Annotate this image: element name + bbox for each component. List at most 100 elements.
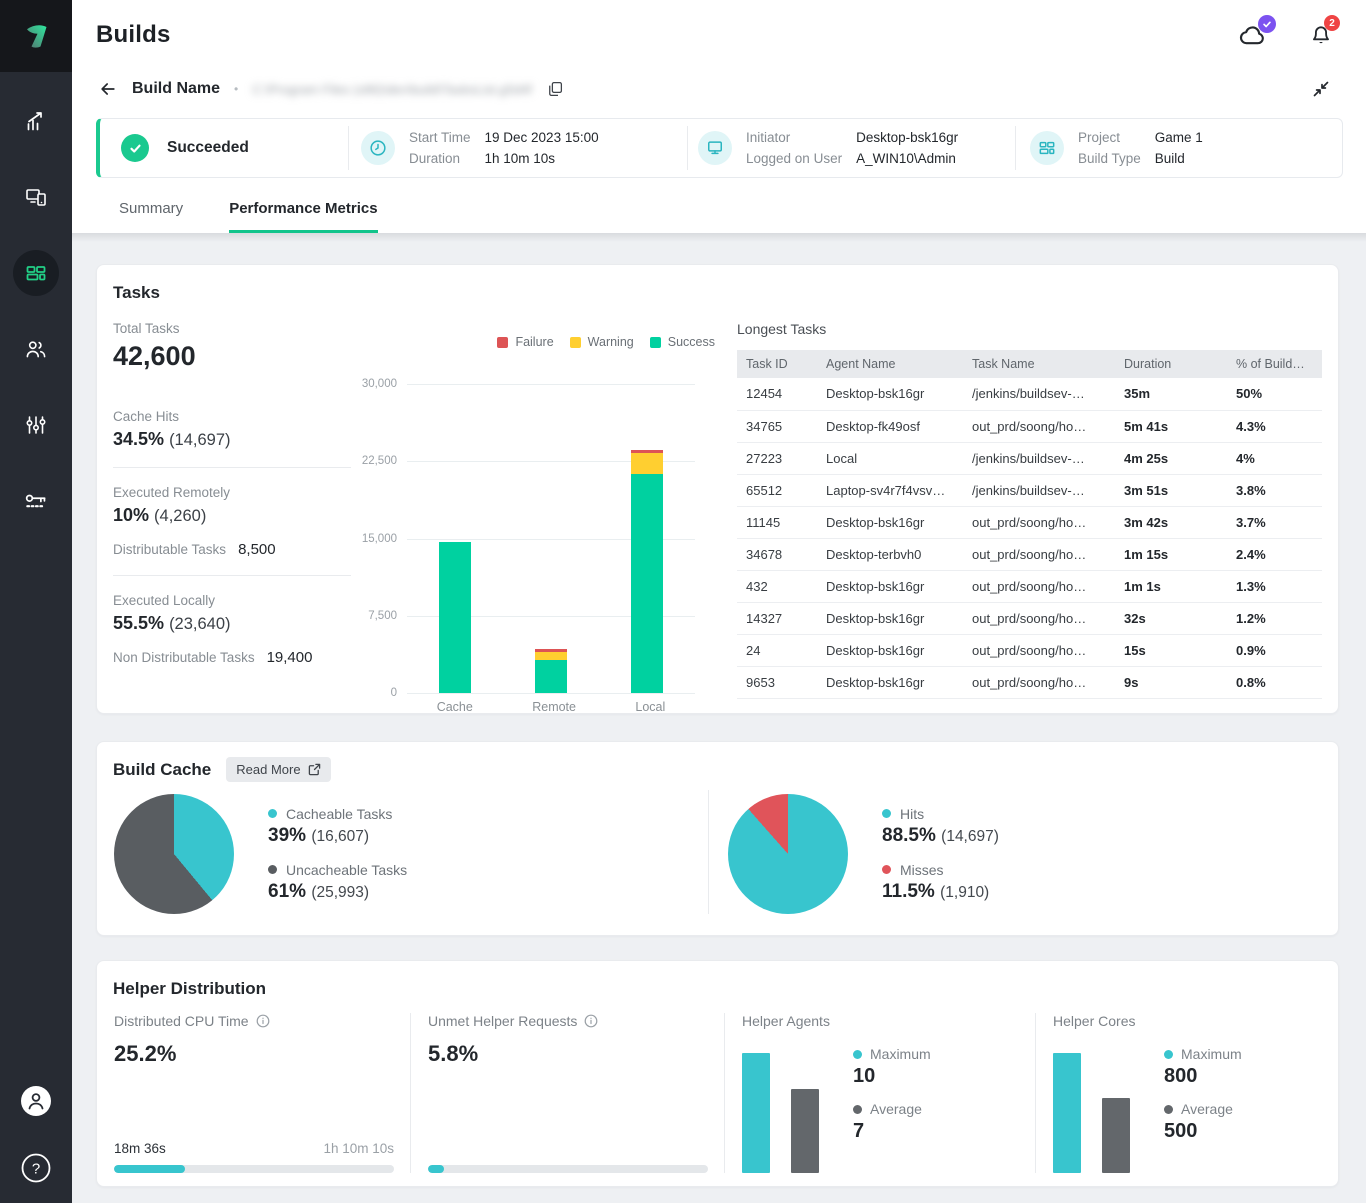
- executed-remotely-label: Executed Remotely: [113, 485, 351, 500]
- sidebar-item-agents[interactable]: [13, 174, 59, 220]
- sidebar-item-builds[interactable]: [13, 250, 59, 296]
- table-row[interactable]: 34678Desktop-terbvh0out_prd/soong/ho…1m …: [737, 538, 1322, 570]
- cell-duration: 32s: [1115, 602, 1227, 634]
- uncacheable-legend: Uncacheable Tasks 61% (25,993): [268, 862, 407, 903]
- devices-icon: [24, 185, 48, 209]
- collapse-panel-button[interactable]: [1312, 80, 1330, 98]
- failure-legend-swatch: [497, 337, 508, 348]
- cell-task-name: out_prd/soong/ho…: [963, 538, 1115, 570]
- sidebar-nav: [0, 98, 72, 524]
- cell-task-id: 12454: [737, 378, 817, 410]
- status-segment: Succeeded: [100, 119, 348, 177]
- helper-agents-label: Helper Agents: [742, 1013, 830, 1029]
- notifications-button[interactable]: 2: [1308, 21, 1334, 49]
- sliders-icon: [24, 413, 48, 437]
- build-name-label: Build Name: [132, 80, 220, 98]
- max-dot: [1164, 1050, 1173, 1059]
- back-arrow-icon: [98, 79, 118, 99]
- cell-pct-of-build: 1.2%: [1227, 602, 1322, 634]
- cell-task-name: /jenkins/buildsev-…: [963, 378, 1115, 410]
- read-more-button[interactable]: Read More: [226, 757, 330, 782]
- distributed-cpu-label: Distributed CPU Time: [114, 1013, 249, 1029]
- project-grid-icon: [1030, 131, 1064, 165]
- x-tick-label: Cache: [437, 700, 473, 714]
- success-legend-swatch: [650, 337, 661, 348]
- bar-cache: [439, 542, 471, 693]
- chart-legend: Failure Warning Success: [351, 333, 715, 351]
- cell-task-id: 27223: [737, 442, 817, 474]
- cpu-total: 1h 10m 10s: [323, 1141, 394, 1156]
- hits-pct: 88.5%: [882, 825, 936, 846]
- unmet-requests-label: Unmet Helper Requests: [428, 1013, 577, 1029]
- table-header-row: Task ID Agent Name Task Name Duration % …: [737, 350, 1322, 378]
- col-pct-of-build: % of Build…: [1227, 350, 1322, 378]
- cores-avg-value: 500: [1164, 1120, 1242, 1143]
- warning-legend-label: Warning: [588, 335, 634, 349]
- svg-text:?: ?: [32, 1161, 40, 1178]
- user-avatar[interactable]: [18, 1083, 54, 1119]
- cell-pct-of-build: 1.3%: [1227, 570, 1322, 602]
- warning-legend-swatch: [570, 337, 581, 348]
- cacheable-label: Cacheable Tasks: [286, 806, 392, 822]
- helper-cores-chart: [1053, 1051, 1130, 1173]
- cache-hits-count: (14,697): [169, 431, 230, 449]
- sidebar-item-settings[interactable]: [13, 402, 59, 448]
- executed-locally-label: Executed Locally: [113, 593, 351, 608]
- cores-max-legend: Maximum 800: [1164, 1046, 1242, 1088]
- check-icon: [1262, 19, 1272, 29]
- distributable-label: Distributable Tasks: [113, 542, 226, 557]
- cell-task-id: 34678: [737, 538, 817, 570]
- project-value: Game 1: [1155, 127, 1203, 148]
- duration-label: Duration: [409, 148, 471, 169]
- key-icon: [23, 488, 49, 514]
- cell-duration: 3m 42s: [1115, 506, 1227, 538]
- cell-task-id: 11145: [737, 506, 817, 538]
- cell-agent-name: Desktop-bsk16gr: [817, 570, 963, 602]
- cell-task-id: 24: [737, 634, 817, 666]
- cell-task-name: out_prd/soong/ho…: [963, 506, 1115, 538]
- start-time-label: Start Time: [409, 127, 471, 148]
- table-row[interactable]: 27223Local/jenkins/buildsev-…4m 25s4%: [737, 442, 1322, 474]
- help-button[interactable]: ?: [19, 1151, 53, 1185]
- non-distributable-value: 19,400: [267, 649, 313, 666]
- table-row[interactable]: 9653Desktop-bsk16grout_prd/soong/ho…9s0.…: [737, 666, 1322, 698]
- tasks-card: Tasks Total Tasks 42,600 Cache Hits 34.5…: [96, 264, 1339, 714]
- bar-segment-warning: [535, 652, 567, 660]
- cloud-status-button[interactable]: [1238, 22, 1268, 48]
- cell-duration: 5m 41s: [1115, 410, 1227, 442]
- table-row[interactable]: 14327Desktop-bsk16grout_prd/soong/ho…32s…: [737, 602, 1322, 634]
- unmet-progress-bar: [428, 1165, 708, 1173]
- cell-pct-of-build: 50%: [1227, 378, 1322, 410]
- copy-path-button[interactable]: [546, 80, 564, 98]
- builds-icon: [24, 261, 48, 285]
- sidebar-item-license[interactable]: [13, 478, 59, 524]
- x-tick-label: Local: [635, 700, 665, 714]
- avatar-icon: [18, 1083, 54, 1119]
- sidebar-item-users[interactable]: [13, 326, 59, 372]
- start-time-value: 19 Dec 2023 15:00: [485, 127, 599, 148]
- back-button[interactable]: [98, 79, 118, 99]
- app-logo[interactable]: [0, 0, 72, 72]
- cell-task-id: 9653: [737, 666, 817, 698]
- sidebar-item-analytics[interactable]: [13, 98, 59, 144]
- table-row[interactable]: 432Desktop-bsk16grout_prd/soong/ho…1m 1s…: [737, 570, 1322, 602]
- tab-performance-metrics[interactable]: Performance Metrics: [229, 200, 377, 233]
- content: Tasks Total Tasks 42,600 Cache Hits 34.5…: [72, 242, 1366, 1199]
- info-icon[interactable]: [256, 1014, 270, 1028]
- external-link-icon: [308, 763, 321, 776]
- main-area: Builds 2: [72, 0, 1366, 1199]
- info-icon[interactable]: [584, 1014, 598, 1028]
- table-row[interactable]: 12454Desktop-bsk16gr/jenkins/buildsev-…3…: [737, 378, 1322, 410]
- table-row[interactable]: 11145Desktop-bsk16grout_prd/soong/ho…3m …: [737, 506, 1322, 538]
- cacheable-legend: Cacheable Tasks 39% (16,607): [268, 806, 407, 847]
- misses-pct: 11.5%: [882, 881, 935, 902]
- tab-summary[interactable]: Summary: [119, 200, 183, 233]
- cell-agent-name: Desktop-bsk16gr: [817, 602, 963, 634]
- initiator-segment: InitiatorLogged on User Desktop-bsk16grA…: [688, 119, 1015, 177]
- table-row[interactable]: 65512Laptop-sv4r7f4vsv…/jenkins/buildsev…: [737, 474, 1322, 506]
- table-row[interactable]: 24Desktop-bsk16grout_prd/soong/ho…15s0.9…: [737, 634, 1322, 666]
- avg-dot: [1164, 1105, 1173, 1114]
- cell-duration: 1m 15s: [1115, 538, 1227, 570]
- cell-duration: 35m: [1115, 378, 1227, 410]
- table-row[interactable]: 34765Desktop-fk49osfout_prd/soong/ho…5m …: [737, 410, 1322, 442]
